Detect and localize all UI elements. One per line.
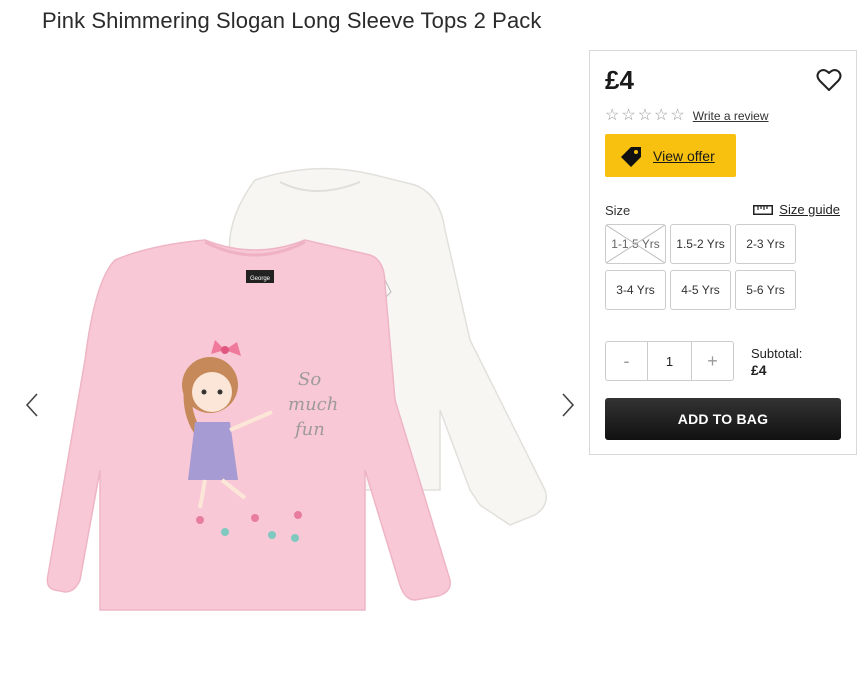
subtotal-value: £4 xyxy=(751,362,767,378)
gallery-prev-button[interactable] xyxy=(22,390,42,420)
star-outline-icon: ☆ xyxy=(670,107,685,124)
add-to-bag-button[interactable]: ADD TO BAG xyxy=(605,398,841,440)
wishlist-button[interactable] xyxy=(816,67,842,93)
unavailable-cross-icon xyxy=(606,225,665,263)
size-option-label: 4-5 Yrs xyxy=(681,283,720,297)
shirt-slogan-line1: So xyxy=(298,369,321,390)
size-guide-link[interactable]: Size guide xyxy=(753,202,840,217)
write-review-link[interactable]: Write a review xyxy=(693,109,769,123)
shirt-slogan-line2: much xyxy=(288,394,338,415)
chevron-right-icon xyxy=(562,393,575,417)
subtotal-label: Subtotal: xyxy=(751,346,803,361)
shirt-slogan-line3: fun xyxy=(293,419,325,440)
size-guide-label: Size guide xyxy=(779,202,840,217)
size-options: 1-1.5 Yrs 1.5-2 Yrs 2-3 Yrs 3-4 Yrs 4-5 … xyxy=(605,224,805,310)
size-option-label: 2-3 Yrs xyxy=(746,237,785,251)
star-outline-icon: ☆ xyxy=(605,107,620,124)
ruler-icon xyxy=(753,204,774,215)
size-option[interactable]: 3-4 Yrs xyxy=(605,270,666,310)
heart-icon xyxy=(816,69,842,91)
view-offer-button[interactable]: View offer xyxy=(605,134,736,177)
purchase-panel: £4 ☆ ☆ ☆ ☆ ☆ Write a review View offer S… xyxy=(589,50,857,455)
view-offer-label: View offer xyxy=(653,147,715,164)
size-option[interactable]: 1-1.5 Yrs xyxy=(605,224,666,264)
quantity-increase-button[interactable]: + xyxy=(692,342,733,380)
size-option-label: 3-4 Yrs xyxy=(616,283,655,297)
product-title: Pink Shimmering Slogan Long Sleeve Tops … xyxy=(42,8,542,33)
size-option[interactable]: 1.5-2 Yrs xyxy=(670,224,731,264)
quantity-input[interactable] xyxy=(647,342,692,380)
tag-icon xyxy=(621,146,641,167)
product-gallery: George So much fun xyxy=(0,50,590,673)
size-option-label: 5-6 Yrs xyxy=(746,283,785,297)
shirt-brand-label: George xyxy=(250,276,271,282)
quantity-stepper: - + xyxy=(605,341,734,381)
subtotal: Subtotal: £4 xyxy=(751,345,802,379)
quantity-decrease-button[interactable]: - xyxy=(606,342,647,380)
star-outline-icon: ☆ xyxy=(654,107,669,124)
price: £4 xyxy=(605,65,634,95)
size-option[interactable]: 2-3 Yrs xyxy=(735,224,796,264)
rating: ☆ ☆ ☆ ☆ ☆ Write a review xyxy=(605,108,769,124)
size-option-label: 1.5-2 Yrs xyxy=(676,237,725,251)
gallery-next-button[interactable] xyxy=(558,390,578,420)
size-label: Size xyxy=(605,203,631,218)
chevron-left-icon xyxy=(25,393,38,417)
star-outline-icon: ☆ xyxy=(637,107,653,124)
star-outline-icon: ☆ xyxy=(621,107,636,124)
size-option[interactable]: 5-6 Yrs xyxy=(735,270,796,310)
product-image: George So much fun xyxy=(46,167,547,611)
size-option[interactable]: 4-5 Yrs xyxy=(670,270,731,310)
